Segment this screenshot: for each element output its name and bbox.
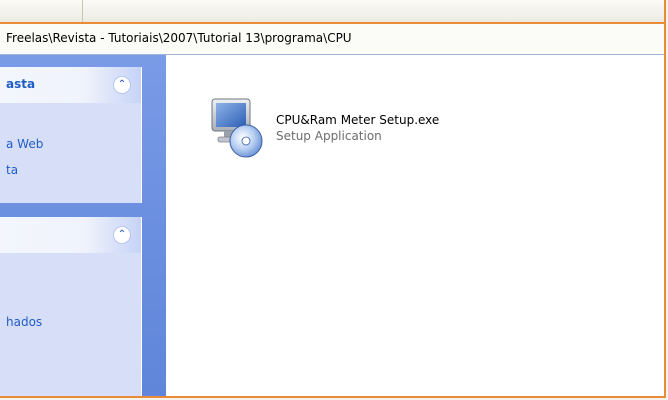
panel-folder-tasks: asta ⌃ a Web ta <box>0 67 142 203</box>
panel-header[interactable]: ⌃ <box>0 217 141 253</box>
panel-other-places: ⌃ hados <box>0 217 142 396</box>
task-link-web[interactable]: a Web <box>6 137 43 151</box>
address-bar[interactable]: Freelas\Revista - Tutoriais\2007\Tutoria… <box>0 24 664 55</box>
place-link[interactable]: hados <box>6 315 42 329</box>
collapse-chevron-icon[interactable]: ⌃ <box>113 76 131 94</box>
toolbar-strip <box>0 0 664 24</box>
setup-computer-cd-icon <box>211 98 263 158</box>
panel-header[interactable]: asta ⌃ <box>0 67 141 103</box>
file-type: Setup Application <box>276 129 382 143</box>
file-list-area[interactable]: CPU&Ram Meter Setup.exe Setup Applicatio… <box>166 55 664 396</box>
collapse-chevron-icon[interactable]: ⌃ <box>113 226 131 244</box>
toolbar-divider <box>82 0 83 22</box>
file-name[interactable]: CPU&Ram Meter Setup.exe <box>276 113 439 127</box>
explorer-window: Freelas\Revista - Tutoriais\2007\Tutoria… <box>0 0 666 398</box>
address-path[interactable]: Freelas\Revista - Tutoriais\2007\Tutoria… <box>6 31 352 45</box>
file-item[interactable]: CPU&Ram Meter Setup.exe Setup Applicatio… <box>210 93 510 163</box>
task-link[interactable]: ta <box>6 163 18 177</box>
task-pane: asta ⌃ a Web ta ⌃ hados <box>0 55 166 396</box>
panel-title: asta <box>6 77 36 91</box>
